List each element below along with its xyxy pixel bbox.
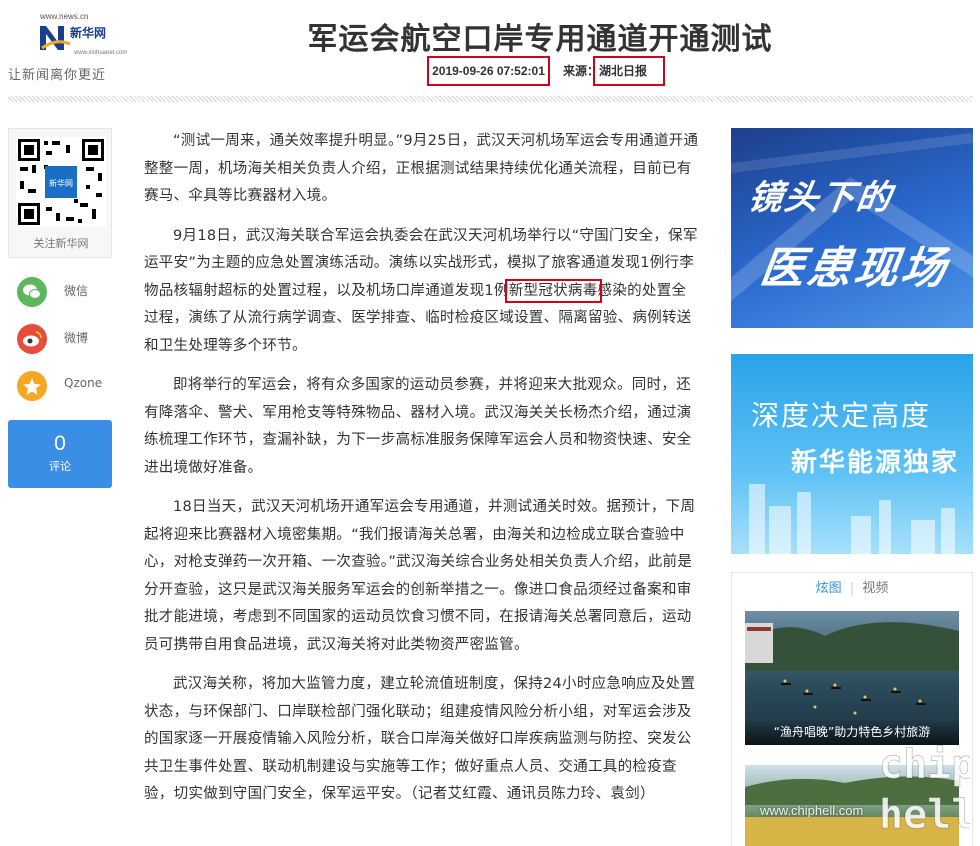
qr-panel: 新华网 关注新华网 [8,128,112,258]
share-weibo[interactable]: 微博 [8,315,112,362]
share-sidebar: 新华网 关注新华网 微信 微博 Qzone [8,128,112,409]
building-shape [941,508,955,554]
logo-brand: 新华网 [70,26,107,40]
page-title: 军运会航空口岸专用通道开通测试 [307,22,773,57]
share-qzone-label: Qzone [64,376,103,390]
article-paragraph: 即将举行的军运会，将有众多国家的运动员参赛，并将迎来大批观众。同时，还有降落伞、… [144,377,692,476]
building-shape [749,484,765,554]
qr-code-icon: 新华网 [16,137,106,227]
building-shape [851,516,871,554]
share-wechat[interactable]: 微信 [8,268,112,315]
comment-count: 0 [54,432,66,455]
watermark-url: www.chiphell.com [760,803,864,818]
article-paragraph: “测试一周来，通关效率提升明显。”9月25日，武汉天河机场军运会专用通道开通整整… [144,133,699,204]
source-link[interactable]: 湖北日报 [593,56,665,86]
logo-url: www.news.cn [40,12,89,21]
ad2-headline: 深度决定高度 [751,399,932,432]
share-weibo-label: 微博 [64,331,89,345]
weibo-icon [17,324,47,354]
ad-graphic-lines [731,133,973,302]
ad-banner-doctor-patient[interactable]: 镜头下的 医患现场 [731,128,973,328]
publish-timestamp: 2019-09-26 07:52:01 [427,56,550,86]
chiphell-watermark-logo: chip hell [879,742,970,839]
ad1-subheadline: 医患现场 [756,243,952,294]
media-thumbnail[interactable]: “渔舟唱晚”助力特色乡村旅游 [745,611,959,745]
media-tabs: 炫图 | 视频 [732,577,972,596]
wechat-icon [17,277,47,307]
building-shape [769,506,791,554]
ad2-subheadline: 新华能源独家 [791,448,960,478]
logo-n-icon [40,26,71,50]
building-shape [911,520,935,554]
qr-label: 关注新华网 [33,237,89,250]
tab-gallery[interactable]: 炫图 [816,577,842,596]
article-body: “测试一周来，通关效率提升明显。”9月25日，武汉天河机场军运会专用通道开通整整… [144,128,700,821]
header-divider [8,96,972,102]
slogan: 让新闻离你更近 [8,68,107,83]
share-qzone[interactable]: Qzone [8,362,112,409]
ad1-headline: 镜头下的 [745,178,896,218]
article-paragraph: 武汉海关称，将加大监管力度，建立轮流值班制度，保持24小时应急响应及处置状态，与… [144,676,696,802]
tab-separator: | [849,581,855,596]
tab-video[interactable]: 视频 [862,577,888,596]
xinhua-logo[interactable]: www.news.cn 新华网 www.xinhuanet.com 让新闻离你更… [8,12,127,84]
watermark-logo-line1: chip [879,742,970,788]
qzone-icon [17,371,47,401]
comment-button[interactable]: 0 评论 [8,420,112,488]
comment-label: 评论 [49,460,71,473]
ad-banner-energy[interactable]: 深度决定高度 新华能源独家 [731,354,973,554]
article-paragraph: 18日当天，武汉天河机场开通军运会专用通道，并测试通关时效。据预计，下周起将迎来… [144,499,696,653]
svg-text:新华网: 新华网 [49,178,73,188]
building-shape [797,492,811,554]
share-wechat-label: 微信 [64,284,89,298]
logo-sub: www.xinhuanet.com [74,50,128,56]
highlighted-term: 新型冠状病毒 [504,278,602,303]
building-shape [879,500,891,554]
watermark-logo-line2: hell [879,792,970,838]
article-paragraph: 9月18日，武汉海关联合军运会执委会在武汉天河机场举行以“守国门安全，保军运平安… [144,223,700,361]
